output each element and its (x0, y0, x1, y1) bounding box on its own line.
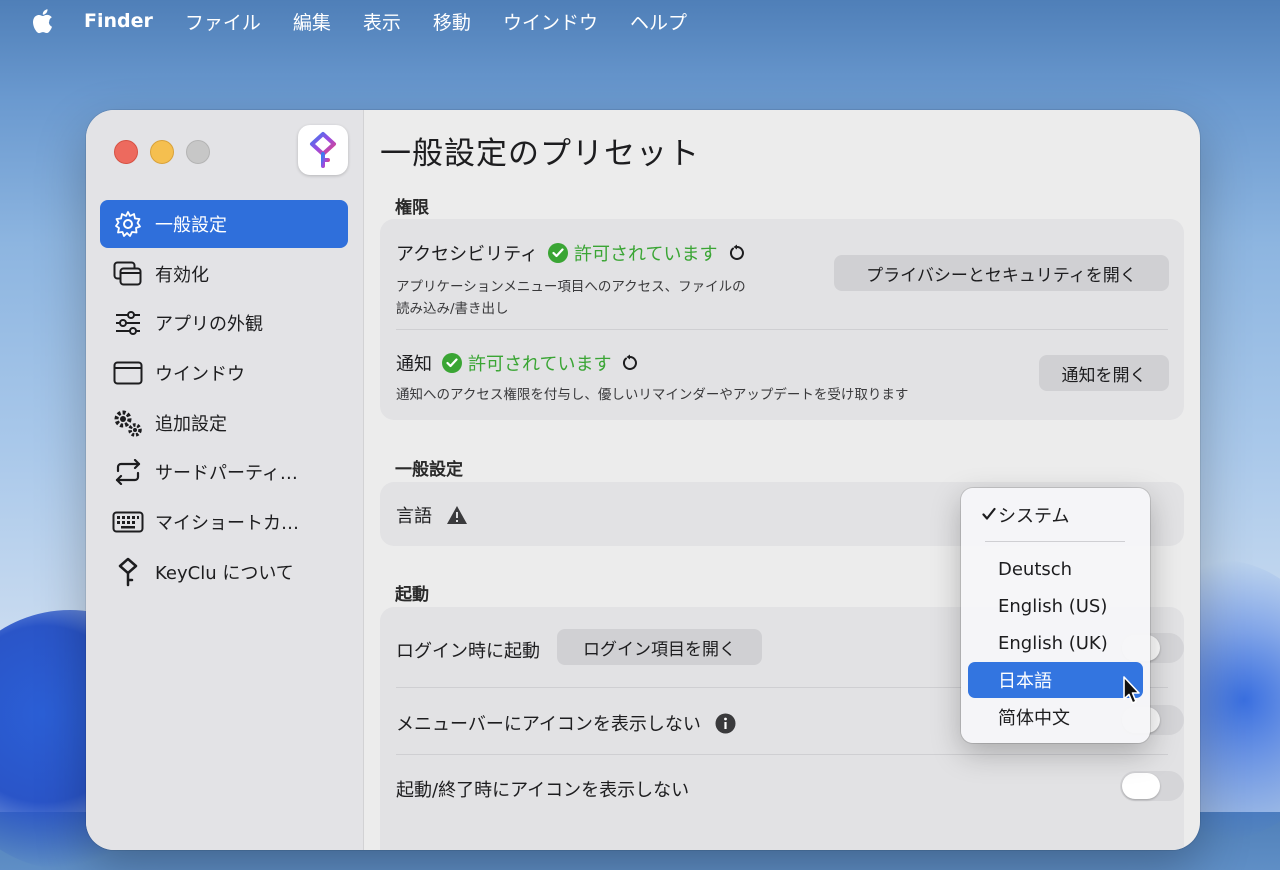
sidebar-item-extra-settings[interactable]: 追加設定 (100, 399, 348, 447)
sidebar-item-appearance[interactable]: アプリの外観 (100, 299, 348, 347)
language-option-deutsch[interactable]: Deutsch (968, 551, 1143, 587)
menu-help[interactable]: ヘルプ (630, 8, 687, 35)
info-icon[interactable] (715, 713, 736, 734)
divider (396, 329, 1168, 330)
sidebar-item-activation[interactable]: 有効化 (100, 250, 348, 298)
sidebar: 一般設定 有効化 アプリの外観 ウインドウ 追加設定 サードパーティ… マイショ… (86, 110, 364, 850)
gear-icon (112, 208, 144, 240)
section-label-general: 一般設定 (395, 460, 463, 480)
notifications-row: 通知 許可されています (396, 350, 639, 376)
refresh-icon[interactable] (621, 354, 639, 372)
keyclu-logo-icon (112, 556, 144, 588)
status-text: 許可されています (574, 244, 718, 265)
keyboard-icon (112, 506, 144, 538)
accessibility-description: アプリケーションメニュー項目へのアクセス、ファイルの 読み込み/書き出し (396, 279, 746, 317)
sidebar-item-label: 追加設定 (155, 413, 227, 435)
language-option-japanese[interactable]: 日本語 (968, 662, 1143, 698)
mouse-cursor-icon (1122, 676, 1142, 706)
open-login-items-button[interactable]: ログイン項目を開く (557, 629, 762, 665)
hide-menubar-icon-row: メニューバーにアイコンを表示しない (396, 710, 736, 736)
accessibility-status: 許可されています (548, 240, 718, 266)
accessibility-row: アクセシビリティ 許可されています (396, 240, 746, 266)
sidebar-item-label: サードパーティ… (155, 463, 298, 485)
sync-arrows-icon (112, 456, 144, 488)
notifications-title: 通知 (396, 354, 432, 375)
sliders-icon (112, 307, 144, 339)
checkmark-circle-icon (548, 243, 569, 263)
sidebar-item-label: マイショートカ… (155, 513, 299, 535)
checkmark-circle-icon (442, 353, 462, 373)
section-label-startup: 起動 (395, 585, 429, 605)
menu-separator (985, 541, 1125, 542)
accessibility-title: アクセシビリティ (396, 244, 539, 265)
sidebar-item-my-shortcuts[interactable]: マイショートカ… (100, 498, 348, 546)
language-row: 言語 (396, 502, 468, 528)
sidebar-item-window[interactable]: ウインドウ (100, 349, 348, 397)
notifications-status: 許可されています (442, 350, 611, 376)
refresh-icon[interactable] (728, 244, 746, 262)
close-button[interactable] (114, 140, 138, 164)
divider (396, 754, 1168, 755)
hide-icon-on-launch-toggle[interactable] (1120, 771, 1184, 801)
sidebar-item-label: アプリの外観 (155, 314, 263, 336)
language-label: 言語 (396, 506, 432, 527)
checkmark-icon (982, 505, 996, 526)
sidebar-item-label: KeyClu について (155, 562, 294, 584)
warning-icon[interactable] (446, 505, 468, 525)
login-launch-label: ログイン時に起動 (396, 641, 540, 662)
status-text: 許可されています (468, 354, 612, 375)
open-notifications-button[interactable]: 通知を開く (1039, 355, 1169, 391)
language-option-system[interactable]: システム (968, 497, 1143, 533)
menu-edit[interactable]: 編集 (293, 8, 331, 35)
menu-bar: Finder ファイル 編集 表示 移動 ウインドウ ヘルプ (0, 0, 1280, 42)
window-icon (112, 357, 144, 389)
sidebar-item-label: 一般設定 (155, 215, 227, 236)
language-option-english-us[interactable]: English (US) (968, 588, 1143, 624)
keyclu-app-icon (298, 125, 348, 175)
windows-stack-icon (112, 258, 144, 290)
menu-file[interactable]: ファイル (185, 8, 261, 35)
language-option-english-uk[interactable]: English (UK) (968, 625, 1143, 661)
menu-finder[interactable]: Finder (84, 10, 153, 32)
page-title: 一般設定のプリセット (380, 136, 700, 172)
permissions-group: アクセシビリティ 許可されています アプリケーションメニュー項目へのアクセス、フ… (380, 219, 1184, 420)
gears-icon (112, 407, 144, 439)
minimize-button[interactable] (150, 140, 174, 164)
sidebar-item-general[interactable]: 一般設定 (100, 200, 348, 248)
hide-menubar-icon-label: メニューバーにアイコンを表示しない (396, 714, 701, 735)
menu-view[interactable]: 表示 (363, 8, 401, 35)
notifications-description: 通知へのアクセス権限を付与し、優しいリマインダーやアップデートを受け取ります (396, 387, 909, 403)
sidebar-item-label: ウインドウ (155, 364, 245, 386)
menu-window[interactable]: ウインドウ (503, 8, 598, 35)
sidebar-item-about[interactable]: KeyClu について (100, 548, 348, 596)
zoom-button[interactable] (186, 140, 210, 164)
apple-logo-icon[interactable] (30, 8, 54, 34)
menu-go[interactable]: 移動 (433, 8, 471, 35)
open-privacy-security-button[interactable]: プライバシーとセキュリティを開く (834, 255, 1169, 291)
section-label-permissions: 権限 (395, 198, 429, 218)
hide-icon-on-launch-label: 起動/終了時にアイコンを表示しない (396, 780, 690, 801)
language-option-simplified-chinese[interactable]: 简体中文 (968, 699, 1143, 735)
sidebar-nav: 一般設定 有効化 アプリの外観 ウインドウ 追加設定 サードパーティ… マイショ… (100, 200, 348, 598)
sidebar-item-label: 有効化 (155, 264, 209, 286)
sidebar-item-third-party[interactable]: サードパーティ… (100, 448, 348, 496)
